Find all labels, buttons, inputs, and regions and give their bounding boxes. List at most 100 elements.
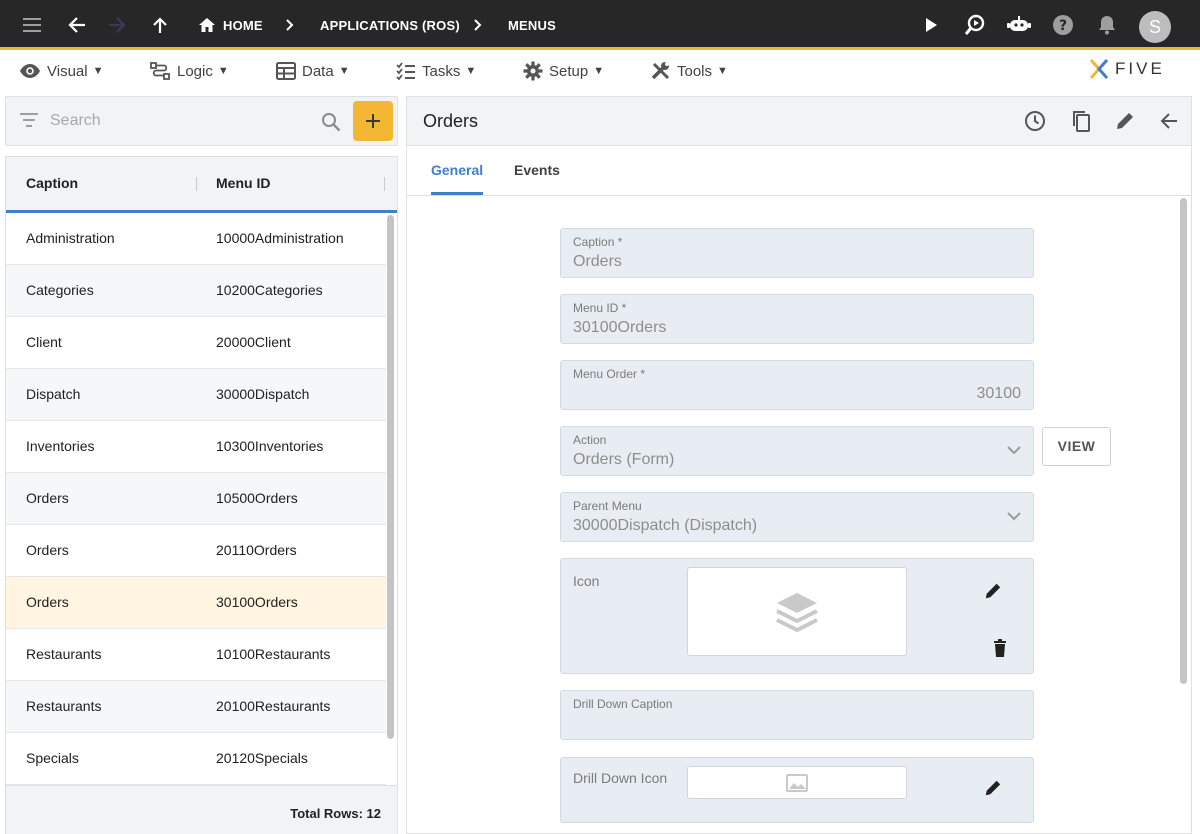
- edit-pencil-icon[interactable]: [981, 776, 1005, 800]
- caret-down-icon: ▼: [338, 65, 350, 77]
- caret-down-icon: ▼: [593, 65, 605, 77]
- list-footer: Total Rows: 12: [6, 785, 397, 834]
- icon-field-label: Icon: [573, 573, 600, 589]
- caret-down-icon: ▼: [217, 65, 229, 77]
- column-header-caption[interactable]: Caption: [26, 157, 78, 209]
- breadcrumb-applications[interactable]: APPLICATIONS (ROS): [320, 0, 460, 50]
- menu-id-field-label: Menu ID *: [573, 301, 627, 315]
- caret-down-icon: ▼: [465, 65, 477, 77]
- menu-setup[interactable]: Setup ▼: [523, 59, 604, 83]
- row-menu-id: 10500Orders: [216, 490, 298, 506]
- caret-down-icon: ▼: [92, 65, 104, 77]
- breadcrumb-menus[interactable]: MENUS: [508, 0, 556, 50]
- copy-icon[interactable]: [1069, 109, 1093, 133]
- detail-scrollbar[interactable]: [1180, 198, 1187, 684]
- column-header-menu-id[interactable]: Menu ID: [216, 157, 270, 209]
- forward-arrow-icon[interactable]: [105, 13, 129, 37]
- history-clock-icon[interactable]: [1023, 109, 1047, 133]
- notifications-bell-icon[interactable]: [1095, 13, 1119, 37]
- icon-preview[interactable]: [687, 567, 907, 656]
- table-row[interactable]: Inventories 10300Inventories: [6, 421, 386, 473]
- total-rows-label: Total Rows: 12: [290, 806, 381, 821]
- table-row[interactable]: Categories 10200Categories: [6, 265, 386, 317]
- row-caption: Specials: [26, 750, 79, 766]
- row-menu-id: 10100Restaurants: [216, 646, 331, 662]
- drill-down-caption-field[interactable]: Drill Down Caption: [560, 690, 1034, 740]
- row-caption: Restaurants: [26, 698, 102, 714]
- hamburger-menu-icon[interactable]: [20, 13, 44, 37]
- row-menu-id: 10300Inventories: [216, 438, 324, 454]
- menu-tools-label: Tools: [677, 62, 713, 80]
- parent-menu-select[interactable]: Parent Menu 30000Dispatch (Dispatch): [560, 492, 1034, 542]
- table-row[interactable]: Orders 10500Orders: [6, 473, 386, 525]
- search-play-icon[interactable]: [963, 13, 987, 37]
- detail-tabs: General Events: [407, 146, 1191, 196]
- tab-events[interactable]: Events: [514, 146, 560, 195]
- action-select[interactable]: Action Orders (Form): [560, 426, 1034, 476]
- help-icon[interactable]: ?: [1051, 13, 1075, 37]
- menu-tools[interactable]: Tools ▼: [651, 59, 728, 83]
- chevron-down-icon: [1007, 512, 1021, 521]
- menu-data[interactable]: Data ▼: [276, 59, 350, 83]
- chat-bot-icon[interactable]: [1007, 13, 1031, 37]
- menu-tasks-label: Tasks: [422, 62, 461, 80]
- search-bar: Search: [5, 96, 398, 146]
- drill-down-icon-preview[interactable]: [687, 766, 907, 799]
- caption-field-value: Orders: [573, 253, 622, 270]
- row-menu-id: 20100Restaurants: [216, 698, 331, 714]
- filter-icon[interactable]: [20, 113, 38, 127]
- table-row[interactable]: Dispatch 30000Dispatch: [6, 369, 386, 421]
- user-avatar[interactable]: S: [1139, 11, 1171, 43]
- table-row[interactable]: Orders 20110Orders: [6, 525, 386, 577]
- column-divider[interactable]: [196, 177, 197, 191]
- tab-general[interactable]: General: [431, 146, 484, 195]
- view-button[interactable]: VIEW: [1042, 427, 1111, 466]
- row-menu-id: 20120Specials: [216, 750, 308, 766]
- menu-order-field[interactable]: Menu Order * 30100: [560, 360, 1034, 410]
- edit-pencil-icon[interactable]: [1113, 109, 1137, 133]
- row-caption: Orders: [26, 594, 69, 610]
- search-icon[interactable]: [321, 112, 341, 132]
- trash-icon[interactable]: [988, 636, 1012, 660]
- close-back-arrow-icon[interactable]: [1157, 109, 1181, 133]
- row-menu-id: 10200Categories: [216, 282, 323, 298]
- plus-icon: [366, 114, 380, 128]
- detail-header: Orders: [407, 97, 1191, 146]
- table-row[interactable]: Client 20000Client: [6, 317, 386, 369]
- add-button[interactable]: [353, 101, 393, 141]
- breadcrumb-home[interactable]: HOME: [223, 0, 263, 50]
- list-rows: Administration 10000Administration Categor…: [6, 213, 386, 785]
- play-icon[interactable]: [919, 13, 943, 37]
- menu-id-field[interactable]: Menu ID * 30100Orders: [560, 294, 1034, 344]
- home-icon[interactable]: [195, 13, 219, 37]
- row-caption: Administration: [26, 230, 115, 246]
- menu-visual[interactable]: Visual ▼: [19, 59, 103, 83]
- table-row[interactable]: Restaurants 20100Restaurants: [6, 681, 386, 733]
- up-arrow-icon[interactable]: [148, 13, 172, 37]
- back-arrow-icon[interactable]: [65, 13, 89, 37]
- table-icon: [276, 62, 296, 80]
- search-input[interactable]: Search: [50, 97, 101, 145]
- five-logo: FIVE: [1087, 56, 1165, 82]
- checklist-icon: [396, 62, 415, 80]
- column-divider[interactable]: [384, 177, 385, 191]
- top-bar: HOME APPLICATIONS (ROS) MENUS ? S: [0, 0, 1200, 50]
- menu-tasks[interactable]: Tasks ▼: [396, 59, 476, 83]
- menu-order-field-value: 30100: [976, 385, 1022, 402]
- row-menu-id: 20110Orders: [216, 542, 297, 558]
- flow-icon: [150, 62, 170, 80]
- list-scrollbar[interactable]: [387, 215, 394, 739]
- detail-panel: Orders General Events Caption * Orders M…: [406, 96, 1192, 834]
- list-header: Caption Menu ID: [6, 157, 397, 213]
- menu-logic[interactable]: Logic ▼: [149, 59, 229, 83]
- table-row[interactable]: Restaurants 10100Restaurants: [6, 629, 386, 681]
- row-caption: Categories: [26, 282, 94, 298]
- five-logo-mark: [1089, 59, 1109, 79]
- table-row[interactable]: Administration 10000Administration: [6, 213, 386, 265]
- row-menu-id: 30100Orders: [216, 594, 298, 610]
- row-caption: Inventories: [26, 438, 95, 454]
- table-row[interactable]: Specials 20120Specials: [6, 733, 386, 785]
- edit-pencil-icon[interactable]: [981, 579, 1005, 603]
- table-row[interactable]: Orders 30100Orders: [6, 577, 386, 629]
- caption-field[interactable]: Caption * Orders: [560, 228, 1034, 278]
